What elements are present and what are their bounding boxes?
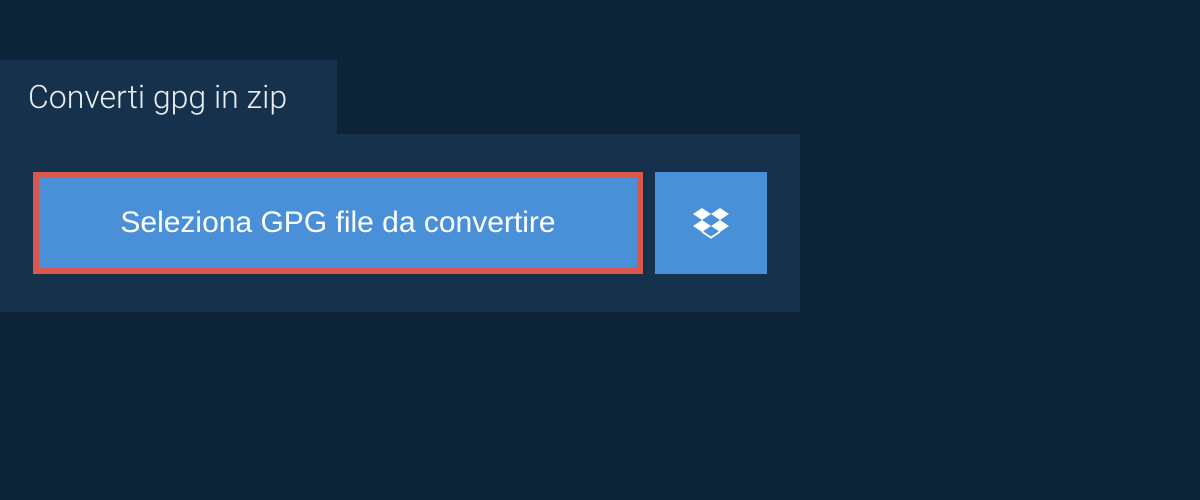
tab-bar: Converti gpg in zip xyxy=(0,0,1200,134)
converter-panel: Seleziona GPG file da convertire xyxy=(0,134,800,312)
dropbox-button[interactable] xyxy=(655,172,767,274)
select-file-label: Seleziona GPG file da convertire xyxy=(120,206,555,240)
file-select-row: Seleziona GPG file da convertire xyxy=(33,172,767,274)
tab-convert-gpg-zip[interactable]: Converti gpg in zip xyxy=(0,60,337,134)
tab-label: Converti gpg in zip xyxy=(28,78,287,116)
dropbox-icon xyxy=(693,205,729,241)
select-file-button[interactable]: Seleziona GPG file da convertire xyxy=(33,172,643,274)
